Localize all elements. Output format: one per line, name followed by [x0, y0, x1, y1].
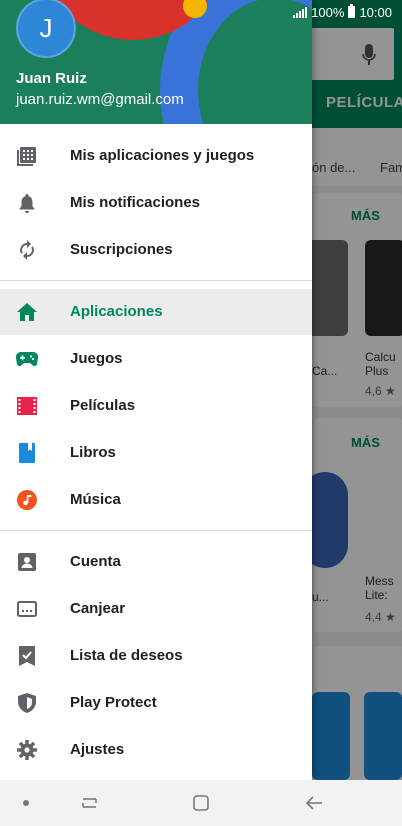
menu-item-label: Canjear [70, 600, 126, 617]
menu-item-label: Películas [70, 397, 136, 414]
menu-item-account[interactable]: Cuenta [0, 539, 312, 585]
battery-percent: 100% [311, 4, 345, 20]
menu-item-books[interactable]: Libros [0, 430, 312, 476]
avatar[interactable]: J [16, 0, 76, 58]
menu-item-label: Mis notificaciones [70, 194, 201, 211]
home-icon [16, 302, 38, 322]
menu-item-label: Suscripciones [70, 241, 173, 258]
menu-item-label: Aplicaciones [70, 303, 163, 320]
status-bar: 100% 10:00 [262, 0, 402, 24]
menu-item-settings[interactable]: Ajustes [0, 727, 312, 773]
menu-item-label: Cuenta [70, 553, 121, 570]
dot-icon[interactable] [14, 791, 38, 815]
clock: 10:00 [359, 4, 392, 20]
shield-icon [16, 693, 38, 713]
recents-icon[interactable] [77, 791, 101, 815]
menu-item-my-apps[interactable]: Mis aplicaciones y juegos [0, 133, 312, 179]
redeem-icon [16, 599, 38, 619]
gear-icon [16, 740, 38, 760]
apps-grid-icon [16, 146, 38, 166]
menu-item-label: Juegos [70, 350, 123, 367]
menu-item-label: Play Protect [70, 694, 157, 711]
menu-item-redeem[interactable]: Canjear [0, 586, 312, 632]
bell-icon [16, 193, 38, 213]
screen: PELÍCULA ón de... Fam MÁS Ca... Calcu Pl… [0, 0, 402, 826]
signal-icon [293, 6, 308, 18]
system-navigation-bar [0, 780, 402, 826]
menu-item-label: Música [70, 491, 121, 508]
gamepad-icon [16, 349, 38, 369]
menu-item-label: Ajustes [70, 741, 125, 758]
menu-item-apps[interactable]: Aplicaciones [0, 289, 312, 335]
menu-item-label: Lista de deseos [70, 647, 183, 664]
menu-item-music[interactable]: Música [0, 477, 312, 523]
menu-item-label: Libros [70, 444, 116, 461]
book-icon [16, 443, 38, 463]
home-square-icon[interactable] [189, 791, 213, 815]
menu-item-notifications[interactable]: Mis notificaciones [0, 180, 312, 226]
divider [0, 530, 312, 531]
film-icon [16, 396, 38, 416]
menu-item-wishlist[interactable]: Lista de deseos [0, 633, 312, 679]
battery-icon [348, 4, 356, 18]
menu-item-subscriptions[interactable]: Suscripciones [0, 227, 312, 273]
navigation-drawer: J Juan Ruiz juan.ruiz.wm@gmail.com Mis a… [0, 0, 312, 780]
menu-item-play-protect[interactable]: Play Protect [0, 680, 312, 726]
wishlist-icon [16, 646, 38, 666]
music-icon [16, 490, 38, 510]
divider [0, 280, 312, 281]
menu-item-movies[interactable]: Películas [0, 383, 312, 429]
user-email[interactable]: juan.ruiz.wm@gmail.com [16, 91, 184, 108]
back-icon[interactable] [302, 791, 326, 815]
refresh-icon [16, 240, 38, 260]
menu-item-games[interactable]: Juegos [0, 336, 312, 382]
user-name: Juan Ruiz [16, 70, 87, 87]
menu-item-label: Mis aplicaciones y juegos [70, 147, 255, 164]
account-icon [16, 552, 38, 572]
